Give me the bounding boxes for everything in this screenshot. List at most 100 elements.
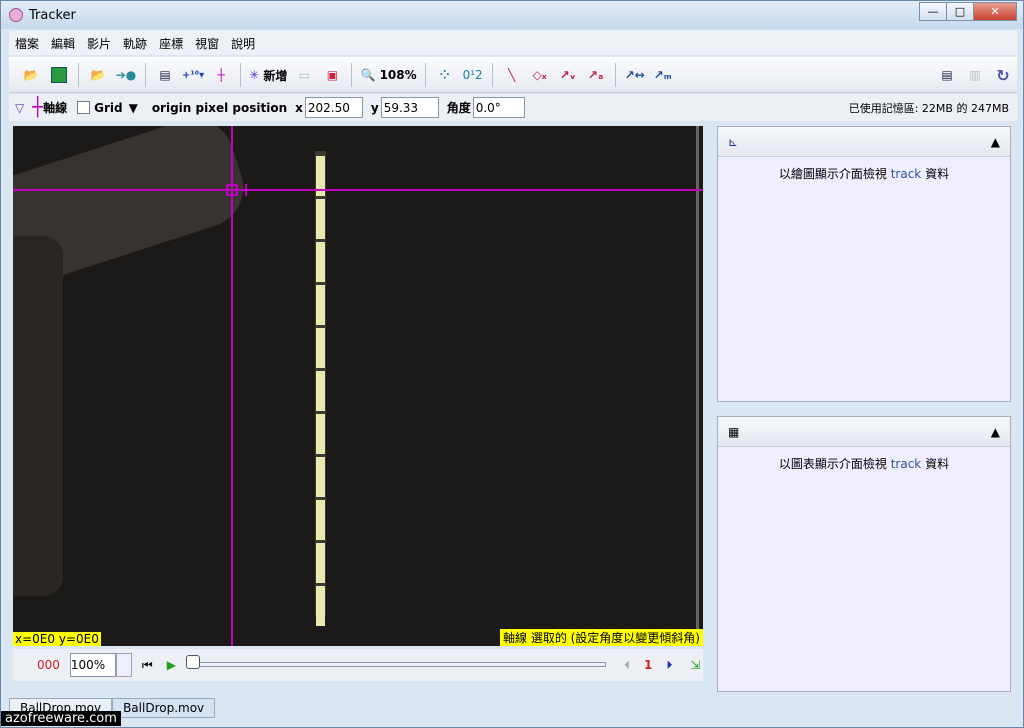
app-icon [9,8,23,22]
reset-icon[interactable]: ⏮ [142,658,153,673]
coordinate-readout: x=0E0 y=0E0 [13,632,101,646]
new-track-icon: ✳ [249,68,260,82]
acceleration-icon[interactable]: ↗ₐ [585,63,607,87]
rate-field[interactable] [69,653,116,677]
calibration-icon[interactable]: +¹⁰▾ [182,63,204,87]
tab-balldrop-2[interactable]: BallDrop.mov [112,698,216,718]
axes-angle-handle[interactable] [245,184,247,196]
new-track-button[interactable]: ✳ 新增 [249,63,287,87]
zoom-icon: 🔍 [360,68,376,82]
table-hint-suffix: 資料 [921,457,950,471]
ruler-icon[interactable]: ▭ [293,63,315,87]
minimize-button[interactable]: — [919,2,947,21]
grid-label[interactable]: Grid [94,101,122,115]
menu-edit[interactable]: 編輯 [45,35,81,52]
memory-status: 已使用記憶區: 22MB 的 247MB [848,101,1009,115]
open-video-icon[interactable]: 📂 [87,63,109,87]
x-label: x [295,100,303,115]
slider-thumb[interactable] [185,655,200,669]
clip-settings-icon[interactable]: ▤ [154,63,176,87]
refresh-icon[interactable]: ↻ [992,63,1014,87]
angle-label: 角度 [446,101,471,115]
table-hint: 以圖表顯示介面檢視 [778,457,891,471]
notes-icon[interactable]: ▤ [936,63,958,87]
axes-label[interactable]: 軸線 [43,99,67,116]
maximize-button[interactable]: □ [946,2,974,21]
properties-icon[interactable]: ▥ [964,63,986,87]
zoom-button[interactable]: 🔍 108% [360,63,416,87]
axes-icon[interactable]: ┼ [210,63,232,87]
import-icon[interactable]: ➔● [115,63,137,87]
origin-y-field[interactable] [380,97,439,118]
plot-hint-suffix: 資料 [921,167,950,181]
close-button[interactable]: ✕ [973,2,1017,21]
ruler-image [315,151,326,626]
center-mass-icon[interactable]: ↗ₘ [652,63,674,87]
step-forward-icon[interactable]: ⏵ [666,658,672,673]
axes-origin-handle[interactable] [226,184,238,196]
table-hint-track: track [890,457,922,471]
plot-hint: 以繪圖顯示介面檢視 [778,167,891,181]
menu-help[interactable]: 說明 [225,35,261,52]
background-edge [696,126,699,646]
x-axis-line[interactable] [13,189,703,191]
menu-coords[interactable]: 座標 [153,35,189,52]
ruler-segment [316,371,325,411]
watermark: azofreeware.com [1,711,121,726]
ruler-segment [316,586,325,626]
player-bar: 000 ⏮ ▶ ⏴ 1 ⏵ ⇲ [13,649,703,681]
position-icon[interactable]: ◇ₓ [529,63,551,87]
collapse-icon[interactable]: ▽ [15,101,24,115]
video-view[interactable]: x=0E0 y=0E0 軸線 選取的 (設定角度以變更傾斜角) [13,126,703,646]
table-icon[interactable]: ▦ [728,425,739,439]
trails-icon[interactable]: ⁘ [434,63,456,87]
angle-field[interactable] [472,97,525,118]
ruler-segment [316,500,325,540]
video-slider[interactable] [185,655,606,675]
menu-window[interactable]: 視窗 [189,35,225,52]
ruler-segment [316,285,325,325]
ruler-segment [316,242,325,282]
ruler-segment [316,199,325,239]
maximize-plot-icon[interactable]: ▲ [991,135,1000,149]
open-icon[interactable]: 📂 [20,63,42,87]
ruler-segment [316,543,325,583]
window-title: Tracker [29,7,76,23]
menu-bar: 檔案 編輯 影片 軌跡 座標 視窗 說明 [9,31,1017,55]
snapshot-icon[interactable]: ▣ [321,63,343,87]
menu-video[interactable]: 影片 [81,35,117,52]
rate-spinner[interactable] [115,653,132,677]
table-panel: ▦ ▲ 以圖表顯示介面檢視 track 資料 [717,416,1011,692]
grid-checkbox[interactable] [77,101,91,114]
selection-status: 軸線 選取的 (設定角度以變更傾斜角) [500,629,703,646]
origin-x-field[interactable] [304,97,363,118]
menu-track[interactable]: 軌跡 [117,35,153,52]
origin-label: origin pixel position [151,100,288,115]
app-window: Tracker — □ ✕ 檔案 編輯 影片 軌跡 座標 視窗 說明 📂 📂 ➔… [0,0,1024,728]
velocity-icon[interactable]: ↗ᵥ [557,63,579,87]
axes-icon: ┼ [32,97,44,118]
step-back-icon[interactable]: ⏴ [624,658,630,673]
title-bar: Tracker — □ ✕ [1,1,1023,29]
axes-toolbar: ▽ ┼ 軸線 Grid ▼ origin pixel position x y … [9,94,1017,121]
frame-counter: 000 [37,658,60,672]
vector-sum-icon[interactable]: ↗↔ [624,63,646,87]
y-axis-line[interactable] [231,126,233,646]
grid-dropdown-icon[interactable]: ▼ [129,101,138,115]
plot-icon[interactable]: ⊾ [728,135,738,149]
save-icon[interactable] [48,63,70,87]
y-label: y [370,100,379,115]
labels-icon[interactable]: 0¹2 [462,63,484,87]
path-icon[interactable]: ╲ [501,63,523,87]
ruler-segment [316,328,325,368]
step-size[interactable]: 1 [644,658,652,672]
ruler-segment [316,457,325,497]
menu-file[interactable]: 檔案 [9,35,45,52]
ruler-segment [316,414,325,454]
plot-hint-track: track [890,167,922,181]
loop-icon[interactable]: ⇲ [690,658,700,672]
play-icon[interactable]: ▶ [167,658,176,672]
plot-panel: ⊾ ▲ 以繪圖顯示介面檢視 track 資料 [717,126,1011,402]
maximize-table-icon[interactable]: ▲ [991,425,1000,439]
arm-image [13,236,63,596]
